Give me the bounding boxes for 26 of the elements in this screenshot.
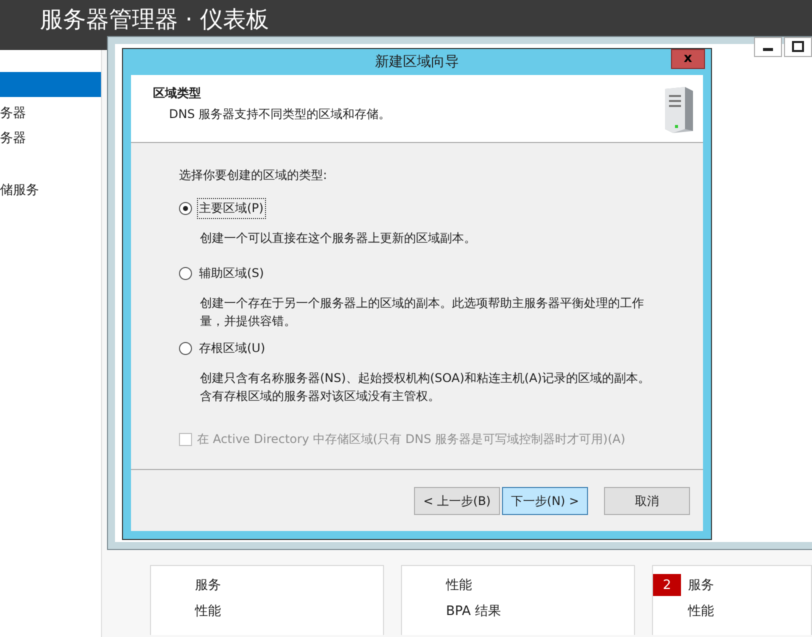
option-description: 创建只含有名称服务器(NS)、起始授权机构(SOA)和粘连主机(A)记录的区域的副本。含有存根区域的服务器对该区域没有主管权。 [199,370,651,405]
sidebar-item[interactable]: 务器 [0,101,101,126]
maximize-icon[interactable] [784,37,812,57]
page-subtitle: DNS 服务器支持不同类型的区域和存储。 [168,106,391,123]
option-description: 创建一个可以直接在这个服务器上更新的区域副本。 [199,230,477,247]
sidebar-item[interactable]: 务器 [0,126,101,151]
tile-link[interactable]: BPA 结果 [446,602,501,620]
option-description: 创建一个存在于另一个服务器上的区域的副本。此选项帮助主服务器平衡处理的工作量，并提供容错。 [199,295,645,330]
tile-link[interactable]: 性能 [446,576,472,594]
zone-type-radio[interactable]: 辅助区域(S) [179,263,266,284]
minimize-icon[interactable] [754,37,782,57]
wizard-button[interactable]: 下一步(N) > [502,487,588,515]
tile-link[interactable]: 服务 [688,576,714,594]
page-heading: 区域类型 [153,85,202,102]
close-button[interactable]: x [671,49,705,69]
tile-link[interactable]: 性能 [195,602,221,620]
prompt-text: 选择你要创建的区域的类型: [179,167,328,184]
tile-link[interactable]: 性能 [688,602,714,620]
wizard-button[interactable]: < 上一步(B) [414,487,500,515]
tile-link[interactable]: 服务 [195,576,221,594]
wizard-button[interactable]: 取消 [604,487,690,515]
alert-count[interactable]: 2 [653,574,681,596]
app-title: 服务器管理器 · 仪表板 [40,6,269,34]
zone-type-radio[interactable]: 存根区域(U) [179,338,268,359]
sidebar-item[interactable]: 储服务 [0,178,101,203]
dialog-title: 新建区域向导 [375,53,459,71]
